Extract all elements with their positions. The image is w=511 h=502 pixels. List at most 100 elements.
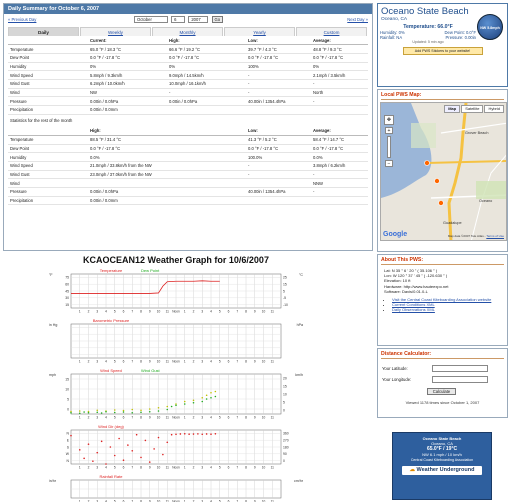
map-zoom-out-icon[interactable]: − <box>385 160 393 167</box>
tick-label: 25 <box>283 276 287 280</box>
map-view[interactable]: Map Satellite Hybrid ✥ + − Grover Beach Oc… <box>380 102 507 241</box>
x-tick-label: 4 <box>210 310 212 314</box>
month-select[interactable]: October <box>134 16 168 23</box>
stats-caption: Statistics for the rest of the month <box>10 117 73 123</box>
wind-speed-series <box>96 411 99 414</box>
add-stickers-button[interactable]: Add PWS Stickers to your website! <box>402 47 483 55</box>
daily-summary-title: Daily Summary for October 6, 2007 <box>4 4 372 14</box>
wind-direction-series <box>127 444 129 446</box>
tab-weekly[interactable]: Weekly <box>80 27 151 36</box>
x-tick-label: 4 <box>105 310 107 314</box>
map-zoom-in-icon[interactable]: + <box>385 127 393 134</box>
daily-observations-xml-link[interactable]: Daily Observations XML <box>392 307 435 312</box>
column-header <box>167 126 246 136</box>
current-pressure: Pressure: 0.00in <box>445 35 477 40</box>
x-tick-label: 1 <box>184 310 186 314</box>
map-pan-icon[interactable]: ✥ <box>384 115 394 125</box>
x-tick-label: 10 <box>262 466 266 470</box>
your-longitude-input[interactable] <box>432 376 488 383</box>
table-cell: 10.0mph / 16.1km/h <box>167 79 246 89</box>
table-cell: 0.00in / 0.0mm <box>88 105 167 115</box>
tab-daily[interactable]: Daily <box>8 27 79 36</box>
x-tick-label: 2 <box>88 310 90 314</box>
tick-label: 10 <box>65 387 69 391</box>
x-tick-label: 9 <box>149 310 151 314</box>
wind-legend-1: Wind Speed <box>100 368 122 373</box>
wind-direction-series <box>92 460 94 462</box>
wind-direction-series <box>118 437 120 440</box>
wind-direction-series <box>113 454 116 457</box>
table-cell: 40.00in / 1354.4hPa <box>246 96 311 106</box>
column-header: Low: <box>246 36 311 46</box>
row-label: Dew Point <box>8 144 88 154</box>
wind-speed-series <box>122 411 125 413</box>
tick-label: 0 <box>283 408 285 412</box>
x-tick-label: 9 <box>149 466 151 470</box>
wind-speed-series <box>201 400 204 403</box>
row-label: Temperature <box>8 44 88 54</box>
map-terms-link[interactable]: Terms of Use <box>486 234 504 238</box>
day-select[interactable]: 6 <box>171 16 186 23</box>
map-tab-satellite[interactable]: Satellite <box>461 105 484 113</box>
wind-direction-series <box>162 453 164 456</box>
wind-direction-series <box>109 446 112 448</box>
date-nav: « Previous Day October 6 2007 Go Next Da… <box>4 14 372 26</box>
x-tick-label: 9 <box>254 310 256 314</box>
x-tick-label: 6 <box>123 360 125 364</box>
map-title: Local PWS Map: <box>381 92 504 100</box>
table-row: Wind Speed 5.8mph / 9.3km/h 9.0mph / 14.5k… <box>8 70 368 80</box>
x-tick-label: 10 <box>157 416 161 420</box>
tick-label: 75 <box>65 276 69 280</box>
x-tick-label: 7 <box>131 416 133 420</box>
table-cell: 58.4 °F / 14.7 °C <box>311 135 368 145</box>
tick-label: 90 <box>283 452 287 456</box>
x-tick-label: 3 <box>201 360 203 364</box>
table-cell: - <box>246 170 311 180</box>
map-tab-hybrid[interactable]: Hybrid <box>484 105 504 113</box>
table-cell: 5.8mph / 9.3km/h <box>88 70 167 80</box>
row-label: Wind <box>8 88 88 98</box>
wind-speed-series <box>157 410 160 412</box>
x-tick-label: 10 <box>262 360 266 364</box>
calculate-button[interactable]: Calculate <box>426 388 457 395</box>
x-tick-label: 5 <box>219 310 221 314</box>
x-tick-label: 8 <box>245 310 247 314</box>
next-day-link[interactable]: Next Day » <box>347 17 368 22</box>
about-panel: About This PWS: Lat: N 35 ° 6 ' 20 " ( 3… <box>377 254 508 346</box>
map-label-oceano: Oceano <box>479 199 493 203</box>
map-tab-map[interactable]: Map <box>444 105 461 113</box>
go-button[interactable]: Go <box>211 16 224 23</box>
table-cell: 65.0 °F / 18.3 °C <box>88 44 167 54</box>
table-cell <box>246 196 311 206</box>
wind-direction-series <box>83 457 85 460</box>
x-tick-label: 2 <box>88 416 90 420</box>
table-cell <box>167 161 246 171</box>
map-copyright: Map data ©2007 Tele Atlas <box>447 234 484 238</box>
wind-speed-series <box>170 405 173 408</box>
x-tick-label: 9 <box>254 360 256 364</box>
table-cell <box>167 187 246 197</box>
x-tick-label: 3 <box>96 416 98 420</box>
table-row: Precipitation 0.00in / 0.0mm <box>8 105 368 115</box>
your-latitude-input[interactable] <box>432 365 488 372</box>
wind-direction-series <box>135 433 138 436</box>
row-label: Precipitation <box>8 196 88 206</box>
tab-yearly[interactable]: Yearly <box>224 27 295 36</box>
table-cell: 0.0% <box>88 152 167 162</box>
map-zoom-slider[interactable] <box>387 136 391 158</box>
table-cell <box>88 178 167 188</box>
row-label: Temperature <box>8 135 88 145</box>
row-label: Pressure <box>8 187 88 197</box>
map-label-grover: Grover Beach <box>465 131 489 135</box>
table-row: Dew Point 0.0 °F / -17.8 °C 0.0 °F / -17.8… <box>8 144 368 154</box>
wu-logo-text: Weather Underground <box>416 467 475 474</box>
previous-day-link[interactable]: « Previous Day <box>8 17 36 22</box>
tab-custom[interactable]: Custom <box>296 27 367 36</box>
year-select[interactable]: 2007 <box>188 16 209 23</box>
tab-monthly[interactable]: Monthly <box>152 27 223 36</box>
table-cell: 0.0 °F / -17.8 °C <box>88 53 167 63</box>
column-header: Average: <box>311 126 368 136</box>
wind-speed-series <box>205 398 208 400</box>
wind-direction-series <box>197 433 199 435</box>
table-cell: 100% <box>246 62 311 72</box>
